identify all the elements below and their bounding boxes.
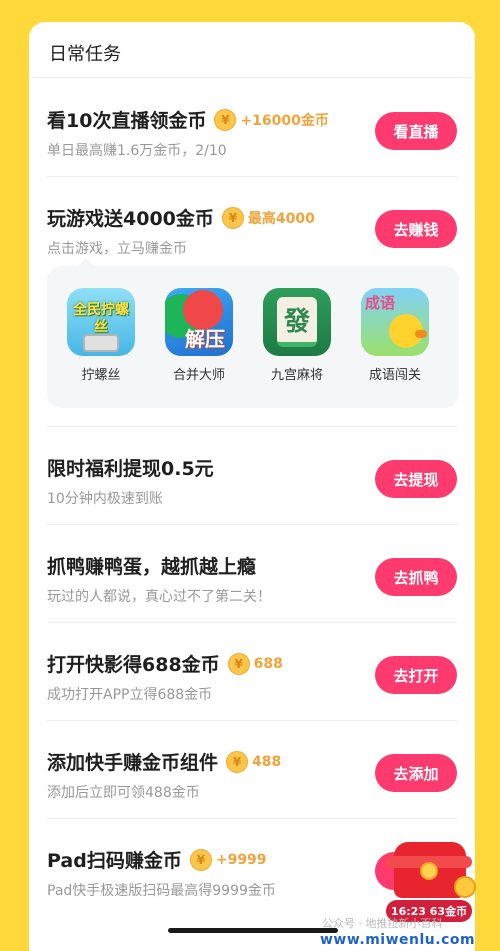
earn-money-button[interactable]: 去赚钱 (375, 210, 457, 248)
divider (47, 176, 457, 177)
add-widget-button[interactable]: 去添加 (375, 754, 457, 792)
coin-icon: ¥ (214, 108, 237, 131)
game-screw[interactable]: 全民拧螺丝 拧螺丝 (56, 288, 146, 383)
coin-amount: +9999 (215, 851, 267, 868)
task-title: 打开快影得688金币 (47, 654, 220, 676)
merge-game-icon[interactable]: 解压 (165, 288, 233, 356)
coin-reward: ¥ +9999 (189, 848, 267, 871)
coin-icon: ¥ (226, 750, 249, 773)
coin-amount: 688 (253, 655, 283, 672)
divider (47, 720, 457, 721)
coin-amount: 最高4000 (247, 210, 315, 227)
coin-icon: ¥ (189, 848, 212, 871)
game-merge[interactable]: 解压 合并大师 (154, 288, 244, 383)
task-subtitle: 点击游戏，立马赚金币 (47, 241, 187, 257)
divider (47, 818, 457, 819)
home-indicator (168, 928, 338, 933)
games-panel: 全民拧螺丝 拧螺丝 解压 合并大师 發 九宫麻将 成语 成语闯关 (47, 258, 459, 408)
watch-live-button[interactable]: 看直播 (375, 112, 457, 150)
clasp-icon (420, 862, 438, 880)
task-subtitle: 添加后立即可领488金币 (47, 785, 200, 801)
watermark-site: www.miwenlu.com (320, 932, 476, 948)
mahjong-game-icon[interactable]: 發 (263, 288, 331, 356)
task-title: 添加快手赚金币组件 (47, 752, 219, 774)
game-idiom[interactable]: 成语 成语闯关 (350, 288, 440, 383)
section-title: 日常任务 (49, 44, 121, 65)
task-subtitle: 玩过的人都说，真心过不了第二关！ (47, 589, 271, 605)
task-subtitle: 成功打开APP立得688金币 (47, 687, 213, 703)
idiom-game-icon[interactable]: 成语 (361, 288, 429, 356)
task-subtitle: 单日最高赚1.6万金币，2/10 (47, 143, 227, 159)
coin-reward: ¥ 688 (227, 652, 283, 675)
withdraw-button[interactable]: 去提现 (375, 460, 457, 498)
catch-duck-button[interactable]: 去抓鸭 (375, 558, 457, 596)
screw-game-icon[interactable]: 全民拧螺丝 (67, 288, 135, 356)
daily-tasks-card: 日常任务 看10次直播领金币 ¥ +16000金币 单日最高赚1.6万金币，2/… (29, 22, 475, 951)
coin-reward: ¥ 最高4000 (221, 206, 315, 229)
task-title: 限时福利提现0.5元 (47, 458, 214, 480)
coin-icon: ¥ (221, 206, 244, 229)
divider (47, 426, 457, 427)
coin-icon: ¥ (227, 652, 250, 675)
task-title: 玩游戏送4000金币 (47, 208, 214, 230)
game-label: 九宫麻将 (270, 368, 323, 383)
divider (47, 524, 457, 525)
game-label: 合并大师 (172, 368, 225, 383)
game-label: 拧螺丝 (81, 368, 121, 383)
open-app-button[interactable]: 去打开 (375, 656, 457, 694)
coin-icon (454, 876, 476, 898)
task-title: 看10次直播领金币 (47, 110, 207, 132)
task-subtitle: 10分钟内极速到账 (47, 491, 163, 507)
floating-reward-widget[interactable]: 16:23 63金币 (386, 842, 476, 922)
task-subtitle: Pad快手极速版扫码最高得9999金币 (47, 883, 276, 899)
task-title: 抓鸭赚鸭蛋，越抓越上瘾 (47, 556, 257, 578)
game-label: 成语闯关 (368, 368, 421, 383)
coin-reward: ¥ 488 (226, 750, 282, 773)
watermark-account: 公众号 · 地推拉新小百科 (322, 917, 443, 930)
task-title: Pad扫码赚金币 (47, 850, 182, 872)
coin-amount: 488 (252, 753, 282, 770)
coin-amount: +16000金币 (240, 112, 329, 129)
divider (47, 622, 457, 623)
panel-pointer (77, 258, 95, 267)
divider (29, 77, 475, 78)
game-mahjong[interactable]: 發 九宫麻将 (252, 288, 342, 383)
coin-reward: ¥ +16000金币 (214, 108, 329, 131)
toolbox-shape (83, 334, 119, 352)
